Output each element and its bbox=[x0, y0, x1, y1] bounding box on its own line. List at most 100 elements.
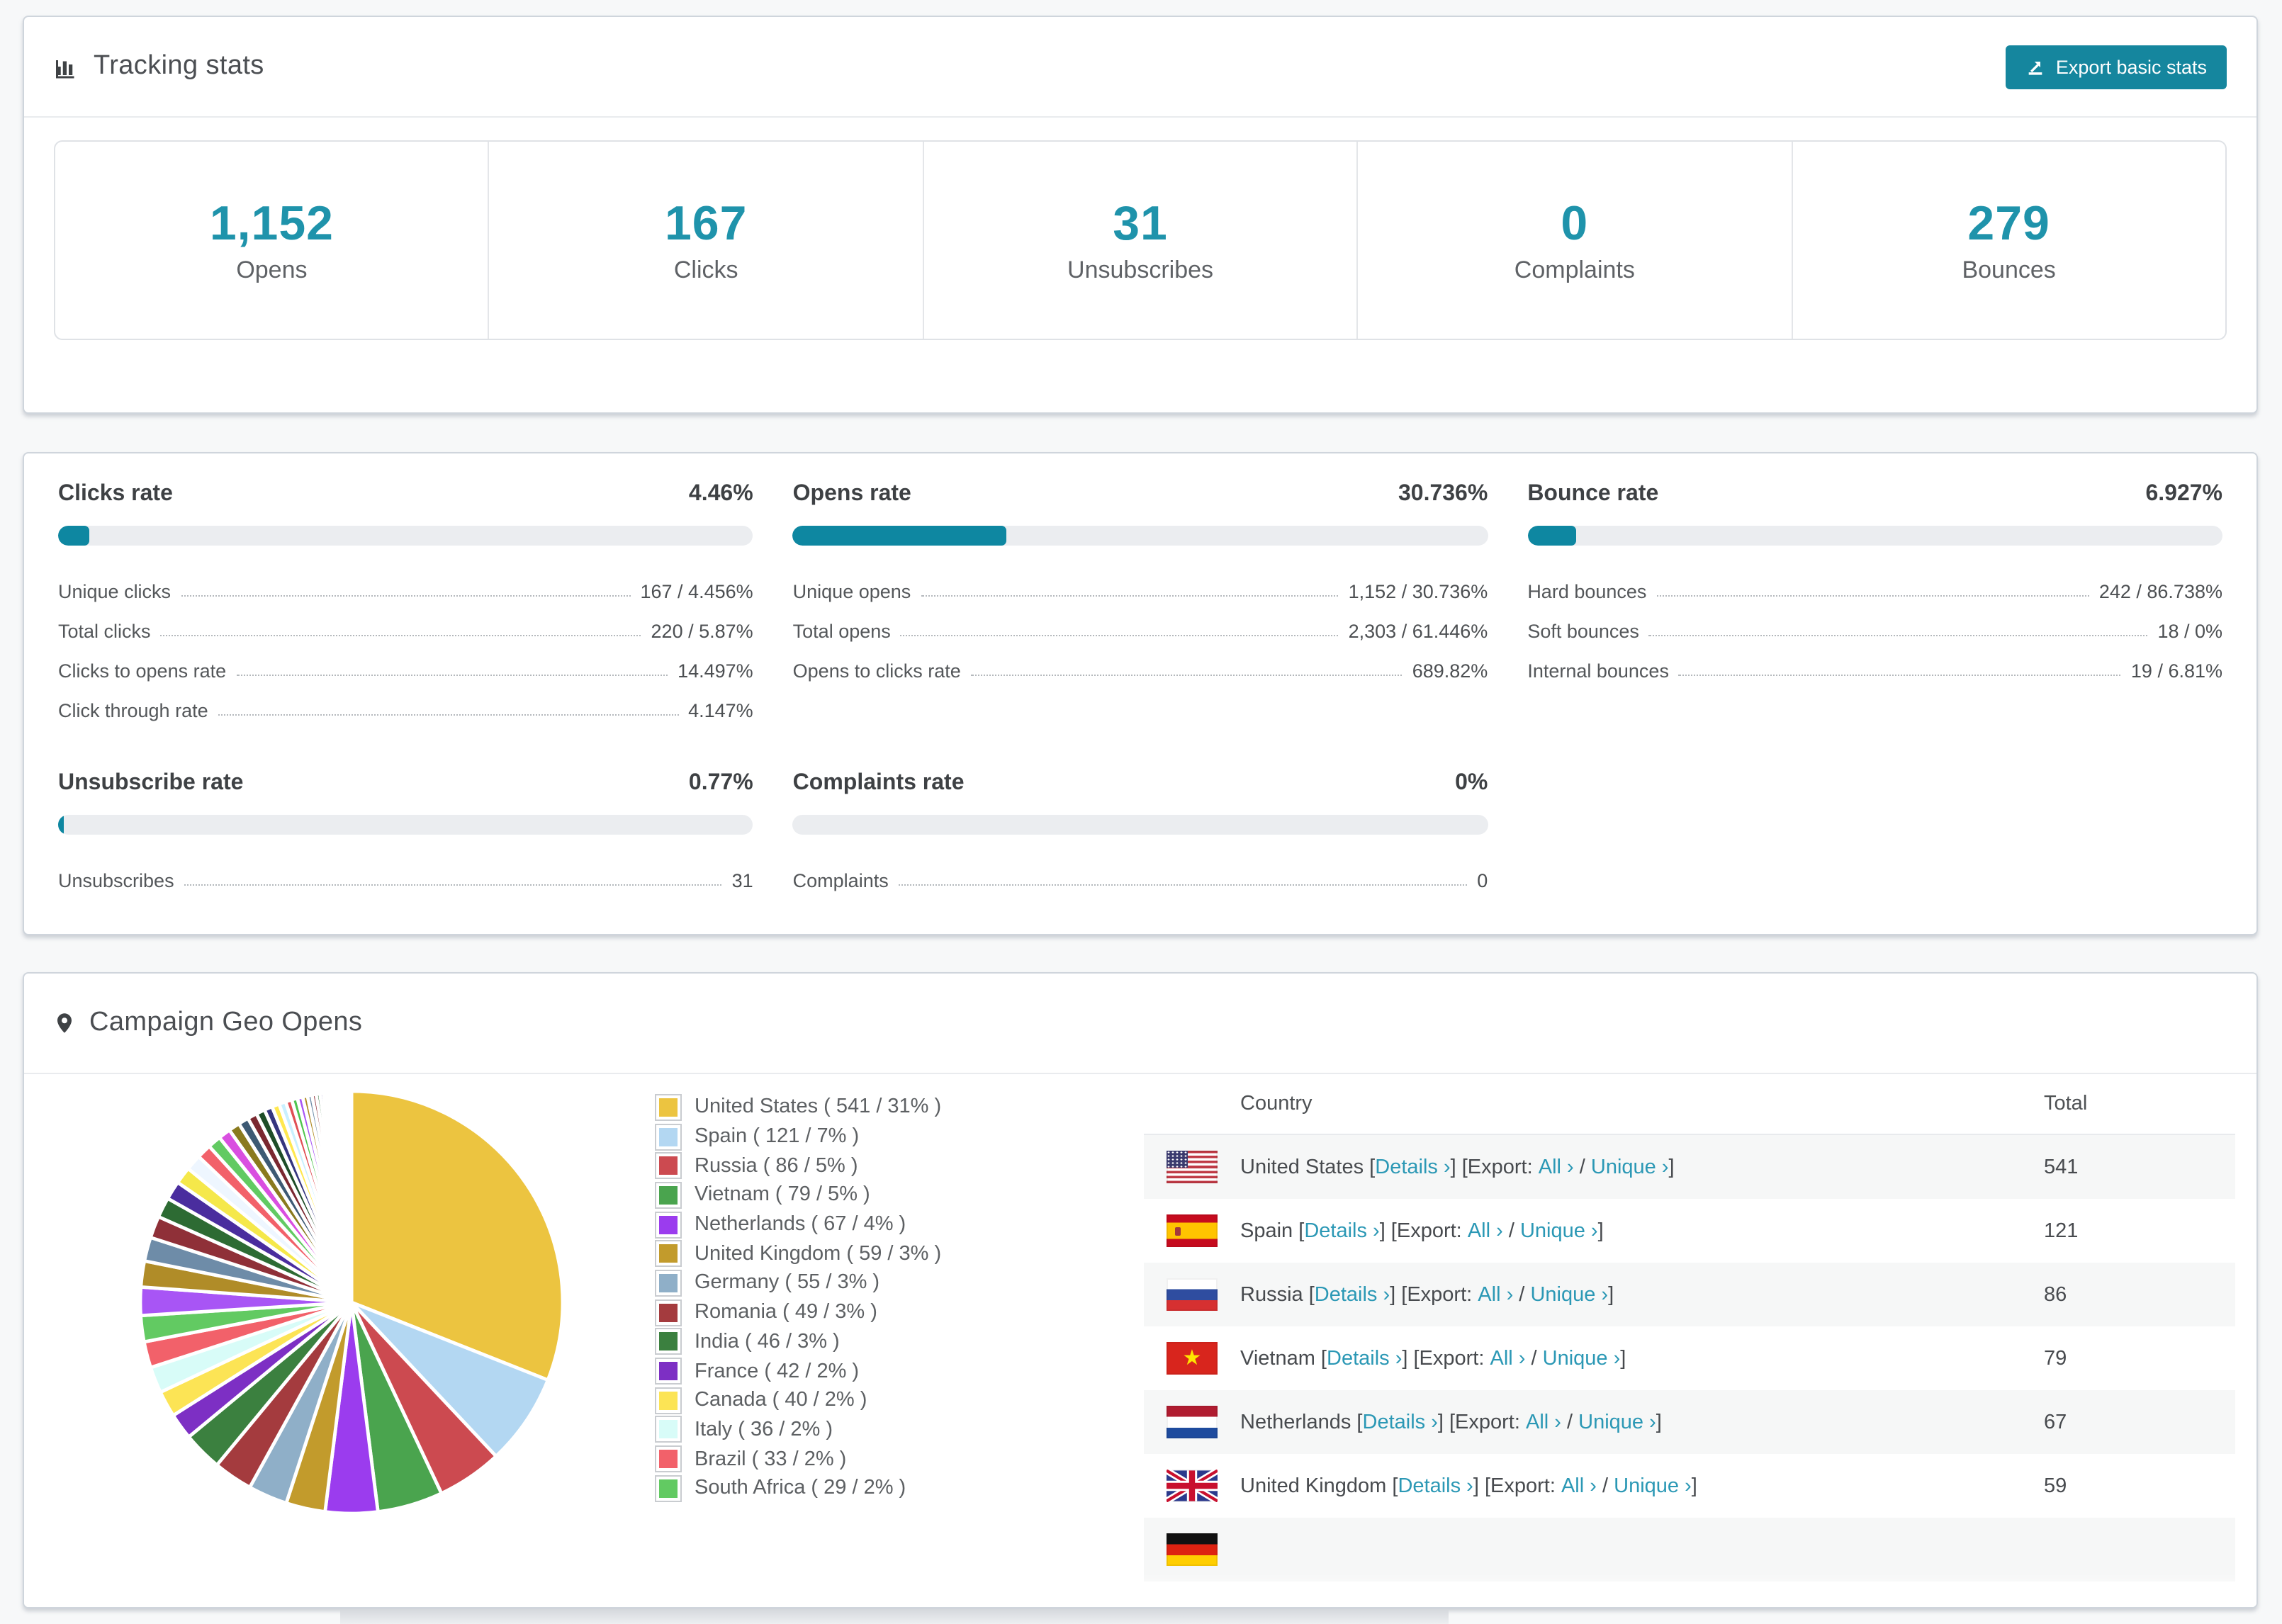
export-all-link[interactable]: All › bbox=[1526, 1411, 1561, 1433]
bracket: ] [Export: bbox=[1390, 1283, 1478, 1306]
separator: / bbox=[1525, 1347, 1543, 1370]
export-unique-link[interactable]: Unique › bbox=[1543, 1347, 1621, 1370]
geo-pie-chart[interactable] bbox=[135, 1086, 568, 1519]
bracket: ] bbox=[1691, 1474, 1697, 1497]
separator: / bbox=[1561, 1411, 1579, 1433]
bracket: [ bbox=[1315, 1347, 1327, 1370]
bracket: ] [Export: bbox=[1379, 1219, 1468, 1242]
details-link[interactable]: Details › bbox=[1375, 1156, 1450, 1178]
bar-chart-icon bbox=[56, 60, 74, 79]
rate-title: Clicks rate bbox=[58, 482, 173, 506]
rate-detail-row: Click through rate 4.147% bbox=[58, 686, 753, 726]
export-all-link[interactable]: All › bbox=[1478, 1283, 1513, 1306]
legend-swatch-color bbox=[659, 1215, 678, 1234]
rate-rows: Unsubscribes 31 bbox=[58, 856, 753, 896]
bracket: ] bbox=[1608, 1283, 1614, 1306]
legend-item: Canada ( 40 / 2% ) bbox=[655, 1386, 941, 1415]
tracking-stats-card: Tracking stats Export basic stats 1,152 O… bbox=[23, 16, 2258, 414]
details-link[interactable]: Details › bbox=[1398, 1474, 1473, 1497]
country-cell bbox=[1144, 1533, 2044, 1566]
country-name: United Kingdom bbox=[1240, 1474, 1387, 1497]
bracket: ] bbox=[1597, 1219, 1604, 1242]
rate-detail-row: Unique opens 1,152 / 30.736% bbox=[793, 567, 1488, 607]
country-column-header: Country bbox=[1240, 1093, 1313, 1115]
details-link[interactable]: Details › bbox=[1315, 1283, 1390, 1306]
country-cell: Russia [Details ›] [Export: All › / Uniq… bbox=[1144, 1278, 2044, 1311]
metric-label: Hard bounces bbox=[1527, 581, 1647, 602]
metric-label: Clicks to opens rate bbox=[58, 660, 227, 682]
export-unique-link[interactable]: Unique › bbox=[1520, 1219, 1598, 1242]
country-name: Netherlands bbox=[1240, 1411, 1351, 1433]
progress-bar bbox=[1527, 526, 2222, 546]
legend-label: Spain ( 121 / 7% ) bbox=[695, 1125, 860, 1149]
flag-us-icon bbox=[1167, 1151, 1218, 1183]
rate-head: Complaints rate 0% bbox=[793, 771, 1488, 796]
details-link[interactable]: Details › bbox=[1363, 1411, 1438, 1433]
geo-table-header: Country Total bbox=[1144, 1074, 2235, 1135]
rate-head: Clicks rate 4.46% bbox=[58, 482, 753, 507]
export-basic-stats-button[interactable]: Export basic stats bbox=[2006, 45, 2227, 89]
rate-value: 6.927% bbox=[2145, 482, 2222, 506]
details-link[interactable]: Details › bbox=[1327, 1347, 1402, 1370]
export-unique-link[interactable]: Unique › bbox=[1578, 1411, 1656, 1433]
dotted-leader bbox=[1648, 635, 2148, 636]
legend-label: Italy ( 36 / 2% ) bbox=[695, 1418, 833, 1441]
export-all-link[interactable]: All › bbox=[1468, 1219, 1503, 1242]
legend-label: India ( 46 / 3% ) bbox=[695, 1330, 840, 1353]
country-name: Vietnam bbox=[1240, 1347, 1315, 1370]
bracket: ] bbox=[1620, 1347, 1626, 1370]
legend-swatch bbox=[655, 1152, 682, 1180]
bracket: [ bbox=[1351, 1411, 1363, 1433]
separator: / bbox=[1502, 1219, 1520, 1242]
export-all-link[interactable]: All › bbox=[1490, 1347, 1526, 1370]
legend-swatch-color bbox=[659, 1420, 678, 1439]
flag-vn-icon bbox=[1167, 1342, 1218, 1375]
bracket: ] bbox=[1656, 1411, 1662, 1433]
stat-cell-bounces: 279 Bounces bbox=[1792, 142, 2225, 339]
export-all-link[interactable]: All › bbox=[1561, 1474, 1597, 1497]
rate-detail-row: Internal bounces 19 / 6.81% bbox=[1527, 646, 2222, 686]
export-unique-link[interactable]: Unique › bbox=[1614, 1474, 1692, 1497]
rate-detail-row: Opens to clicks rate 689.82% bbox=[793, 646, 1488, 686]
rate-detail-row: Complaints 0 bbox=[793, 856, 1488, 896]
rate-head: Bounce rate 6.927% bbox=[1527, 482, 2222, 507]
rate-head: Unsubscribe rate 0.77% bbox=[58, 771, 753, 796]
export-all-link[interactable]: All › bbox=[1539, 1156, 1574, 1178]
dotted-leader bbox=[1656, 595, 2089, 597]
legend-item: United States ( 541 / 31% ) bbox=[655, 1093, 941, 1122]
bracket: [ bbox=[1293, 1219, 1305, 1242]
progress-bar bbox=[792, 526, 1488, 546]
stat-value: 0 bbox=[1561, 196, 1589, 250]
export-unique-link[interactable]: Unique › bbox=[1530, 1283, 1608, 1306]
metric-label: Unsubscribes bbox=[58, 870, 174, 891]
legend-swatch bbox=[655, 1123, 682, 1151]
country-name: Spain bbox=[1240, 1219, 1293, 1242]
bracket: ] [Export: bbox=[1473, 1474, 1561, 1497]
rate-block-complaints-rate: Complaints rate 0% Complaints 0 bbox=[792, 771, 1488, 896]
table-row: Netherlands [Details ›] [Export: All › /… bbox=[1144, 1390, 2235, 1454]
legend-item: Italy ( 36 / 2% ) bbox=[655, 1415, 941, 1444]
rate-value: 0% bbox=[1455, 771, 1488, 795]
rate-block-opens-rate: Opens rate 30.736% Unique opens 1,152 / 30.… bbox=[792, 482, 1488, 726]
rate-block-unsubscribe-rate: Unsubscribe rate 0.77% Unsubscribes 31 bbox=[58, 771, 753, 896]
metric-value: 242 / 86.738% bbox=[2098, 581, 2222, 602]
country-name: Russia bbox=[1240, 1283, 1303, 1306]
rate-rows: Unique clicks 167 / 4.456% Total clicks 220… bbox=[58, 567, 753, 726]
progress-bar bbox=[58, 526, 753, 546]
legend-swatch-color bbox=[659, 1098, 678, 1117]
stat-value: 1,152 bbox=[209, 196, 334, 250]
pie-slice-other[interactable] bbox=[349, 1089, 354, 1303]
country-name: United States bbox=[1240, 1156, 1364, 1178]
export-unique-link[interactable]: Unique › bbox=[1591, 1156, 1669, 1178]
total-cell: 59 bbox=[2044, 1474, 2067, 1497]
legend-item: Germany ( 55 / 3% ) bbox=[655, 1268, 941, 1297]
legend-swatch bbox=[655, 1181, 682, 1209]
tracking-stats-header: Tracking stats Export basic stats bbox=[24, 17, 2256, 116]
metric-label: Total opens bbox=[792, 621, 891, 642]
header-divider bbox=[24, 116, 2256, 118]
metric-value: 0 bbox=[1477, 870, 1488, 891]
details-link[interactable]: Details › bbox=[1304, 1219, 1379, 1242]
legend-item: Russia ( 86 / 5% ) bbox=[655, 1151, 941, 1180]
export-button-label: Export basic stats bbox=[2055, 56, 2207, 77]
metric-label: Unique opens bbox=[792, 581, 911, 602]
